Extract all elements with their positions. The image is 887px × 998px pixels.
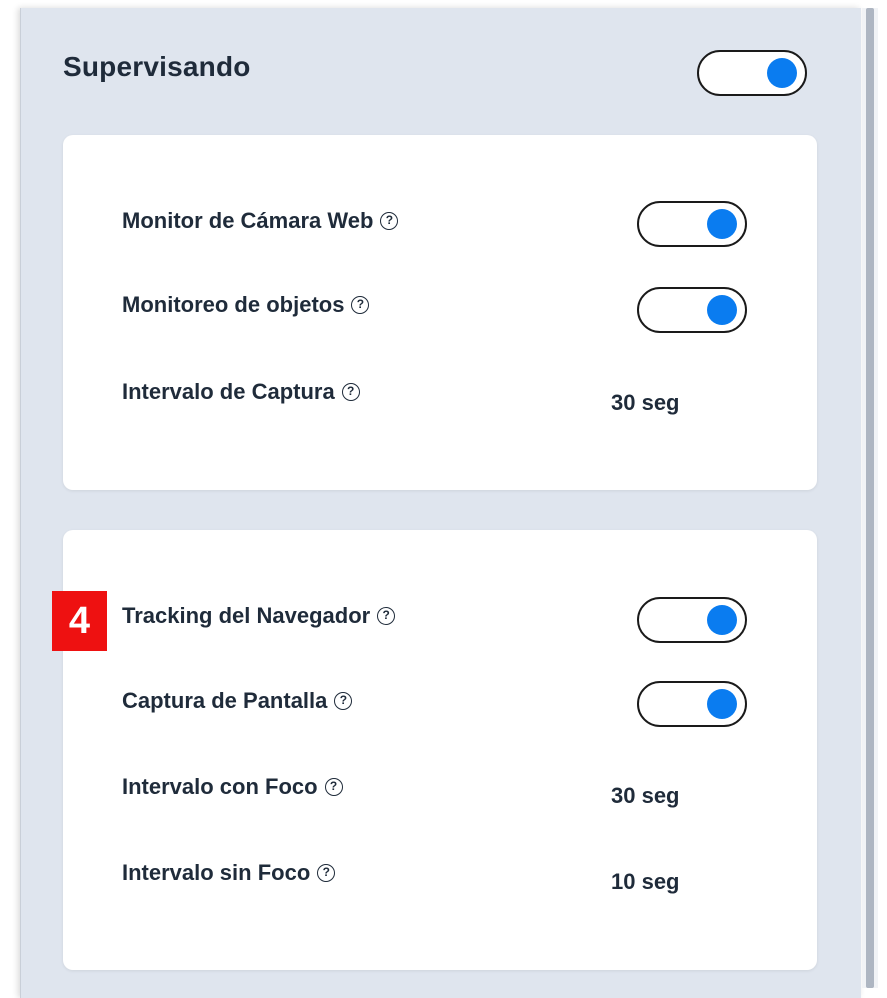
help-icon[interactable]: ? — [377, 607, 396, 625]
toggle-knob — [707, 209, 737, 239]
toggle-knob — [707, 689, 737, 719]
screen-capture-toggle[interactable] — [637, 681, 747, 727]
focus-interval-row-label: Intervalo con Foco ? — [122, 774, 343, 800]
supervisando-title: Supervisando — [63, 51, 251, 82]
toggle-knob — [707, 605, 737, 635]
help-icon[interactable]: ? — [317, 864, 336, 882]
object-monitoring-row-label: Monitoreo de objetos ? — [122, 292, 370, 318]
webcam-monitor-row-label: Monitor de Cámara Web ? — [122, 208, 399, 234]
browser-tracking-row-label: Tracking del Navegador ? — [122, 603, 396, 629]
help-icon[interactable]: ? — [324, 778, 343, 796]
browser-settings-card — [63, 530, 817, 970]
no-focus-interval-value: 10 seg — [611, 869, 680, 894]
no-focus-interval-row-label: Intervalo sin Foco ? — [122, 860, 336, 886]
capture-interval-value: 30 seg — [611, 390, 680, 415]
focus-interval-value: 30 seg — [611, 783, 680, 808]
browser-tracking-label: Tracking del Navegador — [122, 603, 371, 628]
help-icon[interactable]: ? — [380, 212, 399, 230]
capture-interval-row-label: Intervalo de Captura ? — [122, 379, 360, 405]
supervisando-toggle[interactable] — [697, 50, 807, 96]
focus-interval-label: Intervalo con Foco — [122, 774, 318, 799]
webcam-monitor-label: Monitor de Cámara Web — [122, 208, 374, 233]
no-focus-interval-label: Intervalo sin Foco — [122, 860, 311, 885]
help-icon[interactable]: ? — [341, 383, 360, 401]
screen-capture-label: Captura de Pantalla — [122, 688, 328, 713]
scrollbar-thumb[interactable] — [866, 8, 874, 988]
object-monitoring-toggle[interactable] — [637, 287, 747, 333]
screen-capture-row-label: Captura de Pantalla ? — [122, 688, 353, 714]
webcam-monitor-toggle[interactable] — [637, 201, 747, 247]
toggle-knob — [767, 58, 797, 88]
toggle-knob — [707, 295, 737, 325]
step-number-badge: 4 — [52, 591, 107, 651]
capture-interval-label: Intervalo de Captura — [122, 379, 335, 404]
help-icon[interactable]: ? — [334, 692, 353, 710]
browser-tracking-toggle[interactable] — [637, 597, 747, 643]
help-icon[interactable]: ? — [351, 296, 370, 314]
object-monitoring-label: Monitoreo de objetos — [122, 292, 345, 317]
